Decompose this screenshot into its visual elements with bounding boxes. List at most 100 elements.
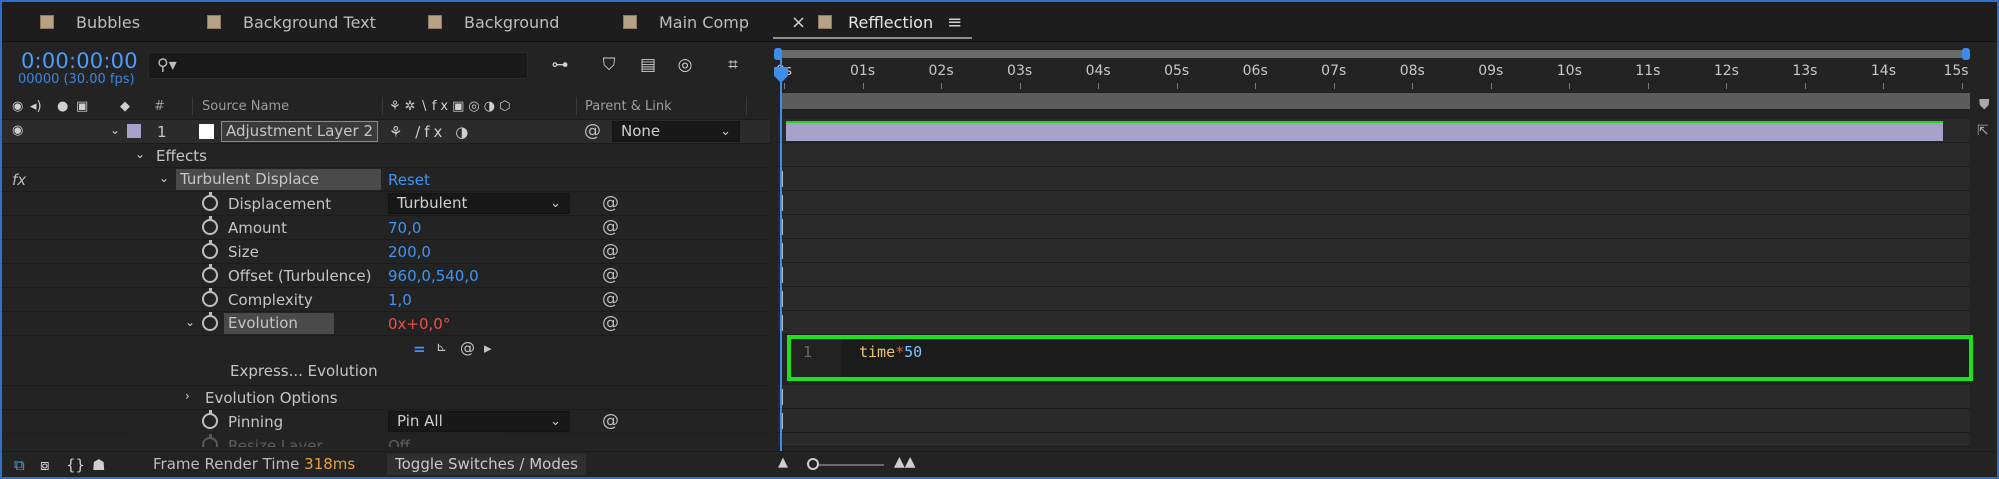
eye-icon[interactable]: ◉ — [12, 99, 23, 114]
property-value[interactable]: 1,0 — [388, 291, 412, 309]
stopwatch-icon[interactable] — [202, 240, 218, 259]
chevron-right-icon[interactable]: › — [185, 389, 190, 403]
layer-label-color[interactable] — [127, 124, 141, 138]
work-area-bar[interactable] — [782, 93, 1970, 109]
stopwatch-icon[interactable] — [202, 264, 218, 283]
property-value[interactable]: 70,0 — [388, 219, 421, 237]
layer-switches-toggle-icon[interactable]: ⧉ — [14, 456, 25, 474]
stopwatch-icon[interactable] — [202, 216, 218, 235]
expression-code[interactable]: time*50 — [859, 343, 922, 361]
pickwhip-icon[interactable]: @ — [602, 413, 619, 430]
tab-background-text[interactable]: Background Text — [207, 2, 376, 42]
effect-row-turbulent-displace[interactable]: fx ⌄ Turbulent Displace Reset — [2, 167, 770, 191]
comp-marker-icon[interactable]: ⛊ — [1979, 97, 1990, 113]
layer-duration-bar[interactable] — [786, 121, 1943, 141]
ruler-tick-label: 06s — [1242, 63, 1268, 79]
time-navigator[interactable] — [774, 48, 1970, 60]
visibility-eye-icon[interactable]: ◉ — [12, 123, 23, 138]
pickwhip-icon[interactable]: @ — [602, 195, 619, 212]
search-input[interactable]: ⚲▾ — [148, 52, 528, 79]
property-value[interactable]: 960,0,540,0 — [388, 267, 479, 285]
property-row-evolution[interactable]: ⌄ Evolution 0x+0,0° @ — [2, 311, 770, 335]
ruler-tick-mark — [1804, 83, 1806, 89]
motion-blur-icon[interactable]: ◎ — [672, 53, 698, 77]
ruler-tick-mark — [1333, 83, 1335, 89]
effects-group-row[interactable]: ⌄ Effects — [2, 143, 770, 167]
source-name-column-header[interactable]: Source Name — [202, 99, 289, 114]
zoom-in-icon[interactable]: ▲▲ — [894, 454, 916, 470]
toggle-switches-modes-button[interactable]: Toggle Switches / Modes — [387, 454, 586, 475]
enable-expression-icon[interactable]: = — [413, 340, 426, 358]
label-tag-icon[interactable]: ◆ — [120, 99, 130, 114]
ruler-tick-label: 09s — [1478, 63, 1504, 79]
displacement-dropdown[interactable]: Turbulent ⌄ — [388, 193, 570, 214]
solo-icon[interactable]: ● — [57, 99, 68, 114]
tab-label: Refflection — [848, 12, 934, 32]
ruler-tick-mark — [941, 83, 943, 89]
zoom-slider-thumb[interactable] — [807, 458, 819, 470]
tab-main-comp[interactable]: Main Comp — [623, 2, 749, 42]
stopwatch-icon[interactable] — [202, 192, 218, 211]
tab-background[interactable]: Background — [428, 2, 559, 42]
chevron-down-icon[interactable]: ⌄ — [185, 315, 195, 329]
evolution-options-row[interactable]: › Evolution Options — [2, 385, 770, 409]
transfer-controls-icon[interactable]: ⧇ — [40, 456, 50, 474]
in-out-stretch-icon[interactable]: {} — [66, 456, 85, 474]
property-value[interactable]: 200,0 — [388, 243, 431, 261]
pickwhip-icon[interactable]: @ — [460, 339, 475, 357]
composition-tab-bar: Bubbles Background Text Background Main … — [2, 2, 1997, 42]
audio-icon[interactable]: ◂) — [30, 99, 42, 114]
property-value-expression[interactable]: 0x+0,0° — [388, 315, 450, 333]
parent-link-column-header[interactable]: Parent & Link — [585, 99, 672, 114]
zoom-slider-track[interactable] — [808, 464, 884, 466]
lock-icon[interactable]: ▣ — [76, 99, 88, 114]
stopwatch-icon[interactable] — [202, 312, 218, 331]
property-row-amount[interactable]: Amount 70,0 @ — [2, 215, 770, 239]
chevron-down-icon[interactable]: ⌄ — [110, 123, 120, 137]
effect-name[interactable]: Turbulent Displace — [176, 169, 381, 190]
expression-editor[interactable]: 1 time*50 — [787, 335, 1973, 381]
expression-language-menu-icon[interactable]: ▸ — [484, 339, 492, 357]
property-label: Evolution — [224, 313, 334, 334]
property-row-complexity[interactable]: Complexity 1,0 @ — [2, 287, 770, 311]
shy-layers-icon[interactable]: ⛉ — [596, 53, 622, 77]
property-row-offset[interactable]: Offset (Turbulence) 960,0,540,0 @ — [2, 263, 770, 287]
render-time-icon[interactable]: ☗ — [92, 456, 105, 474]
chevron-down-icon[interactable]: ⌄ — [135, 147, 145, 161]
hamburger-menu-icon[interactable]: ≡ — [947, 12, 962, 33]
layer-row[interactable]: ◉ ⌄ 1 Adjustment Layer 2 ⚘ ∕fx ◑ @ None … — [2, 119, 770, 143]
frame-count-display: 00000 (30.00 fps) — [18, 72, 135, 87]
time-ruler[interactable]: 0s01s02s03s04s05s06s07s08s09s10s11s12s13… — [774, 59, 1970, 89]
track-row — [778, 191, 1970, 215]
reset-link[interactable]: Reset — [388, 171, 430, 189]
pinning-dropdown[interactable]: Pin All ⌄ — [388, 411, 570, 432]
parent-dropdown[interactable]: None ⌄ — [612, 121, 740, 142]
stopwatch-icon[interactable] — [202, 410, 218, 429]
property-row-size[interactable]: Size 200,0 @ — [2, 239, 770, 263]
property-row-displacement[interactable]: Displacement Turbulent ⌄ @ — [2, 191, 770, 215]
current-time-display[interactable]: 0:00:00:00 — [21, 49, 138, 73]
chevron-down-icon[interactable]: ⌄ — [159, 171, 169, 185]
property-row-pinning[interactable]: Pinning Pin All ⌄ @ — [2, 409, 770, 433]
tab-bubbles[interactable]: Bubbles — [40, 2, 140, 42]
close-icon[interactable]: × — [791, 12, 806, 33]
fx-icon[interactable]: fx — [12, 171, 26, 189]
pickwhip-icon[interactable]: @ — [602, 291, 619, 308]
tab-refflection[interactable]: × Refflection ≡ — [772, 2, 973, 42]
pickwhip-icon[interactable]: @ — [584, 123, 601, 140]
pickwhip-icon[interactable]: @ — [602, 315, 619, 332]
graph-icon[interactable]: ⊾ — [436, 340, 447, 355]
layer-switches[interactable]: ⚘ ∕fx ◑ — [389, 123, 472, 141]
pickwhip-icon[interactable]: @ — [602, 267, 619, 284]
pickwhip-icon[interactable]: @ — [602, 219, 619, 236]
comp-flowchart-icon[interactable]: ⊶ — [547, 53, 573, 77]
graph-editor-icon[interactable]: ⌗ — [720, 53, 746, 77]
stopwatch-icon[interactable] — [202, 288, 218, 307]
zoom-out-icon[interactable]: ▲ — [778, 455, 788, 470]
frame-blending-icon[interactable]: ▤ — [635, 53, 661, 77]
comp-button-icon[interactable]: ⇱ — [1977, 123, 1989, 139]
layer-name[interactable]: Adjustment Layer 2 — [221, 121, 379, 142]
dropdown-value: Turbulent — [397, 194, 468, 212]
pickwhip-icon[interactable]: @ — [602, 243, 619, 260]
current-time-indicator[interactable] — [780, 55, 782, 467]
